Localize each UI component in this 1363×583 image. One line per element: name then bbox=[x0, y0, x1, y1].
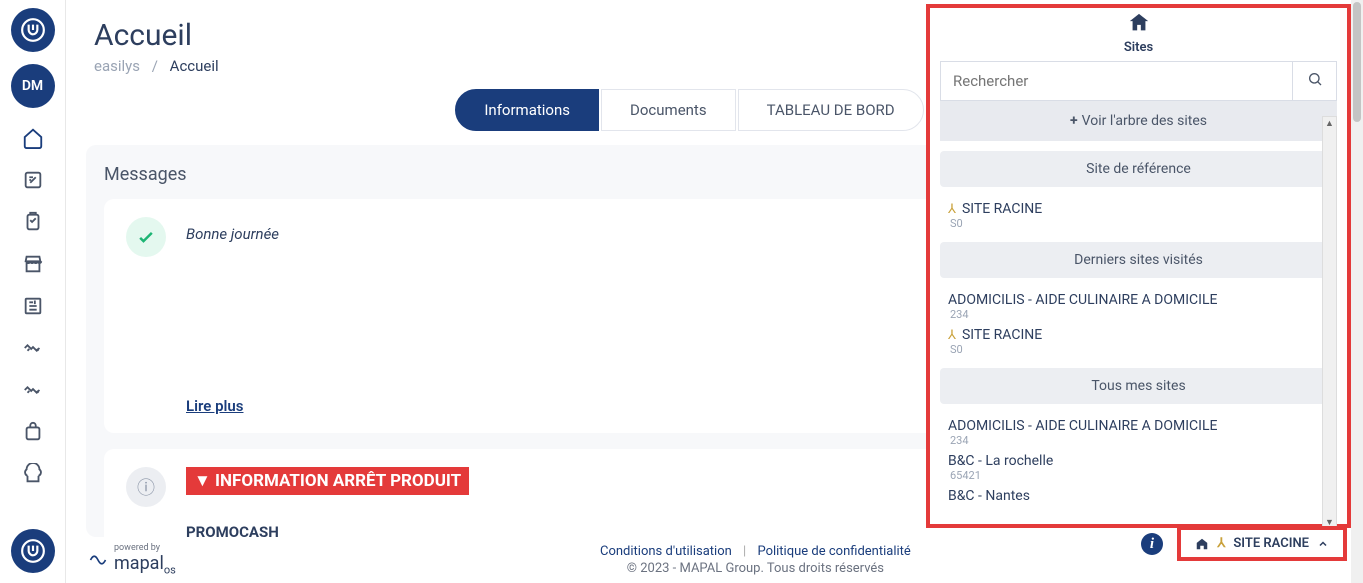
site-item-bc-larochelle[interactable]: B&C - La rochelle 65421 bbox=[948, 449, 1337, 484]
panel-title: Sites bbox=[930, 40, 1347, 55]
site-item-racine-recent[interactable]: ⅄SITE RACINE S0 bbox=[948, 323, 1337, 358]
alert-banner: ▼ INFORMATION ARRÊT PRODUIT bbox=[186, 467, 469, 495]
footer: powered by mapalos Conditions d'utilisat… bbox=[66, 537, 1363, 583]
clipboard-icon[interactable] bbox=[15, 204, 51, 240]
edit-icon[interactable] bbox=[15, 162, 51, 198]
site-item-racine[interactable]: ⅄SITE RACINE S0 bbox=[948, 197, 1337, 232]
view-site-tree-button[interactable]: +Voir l'arbre des sites bbox=[940, 101, 1337, 141]
message-text: Bonne journée bbox=[186, 225, 279, 243]
info-icon: ⓘ bbox=[126, 467, 166, 507]
copyright: © 2023 - MAPAL Group. Tous droits réserv… bbox=[592, 561, 919, 576]
powered-by: powered by mapalos bbox=[88, 543, 176, 577]
handshake-icon[interactable] bbox=[15, 330, 51, 366]
read-more-link[interactable]: Lire plus bbox=[186, 397, 243, 415]
site-item-adomicilis-all[interactable]: ADOMICILIS - AIDE CULINAIRE A DOMICILE 2… bbox=[948, 414, 1337, 449]
handshake-icon-2[interactable] bbox=[15, 372, 51, 408]
section-reference: Site de référence bbox=[940, 151, 1337, 187]
home-icon[interactable] bbox=[15, 120, 51, 156]
tree-node-icon: ⅄ bbox=[948, 202, 956, 217]
user-avatar[interactable]: DM bbox=[11, 64, 55, 108]
site-panel: Sites +Voir l'arbre des sites Site de ré… bbox=[926, 4, 1351, 528]
messages-title: Messages bbox=[104, 164, 187, 185]
section-all: Tous mes sites bbox=[940, 368, 1337, 404]
bag-icon[interactable] bbox=[15, 414, 51, 450]
search-button[interactable] bbox=[1292, 62, 1336, 100]
search-icon bbox=[1307, 71, 1323, 87]
info-button[interactable]: i bbox=[1141, 533, 1163, 555]
panel-scrollbar[interactable]: ▲ ▼ bbox=[1322, 116, 1337, 532]
chevron-up-icon bbox=[1317, 538, 1329, 550]
terms-link[interactable]: Conditions d'utilisation bbox=[600, 544, 732, 559]
store-icon[interactable] bbox=[15, 246, 51, 282]
check-icon bbox=[126, 217, 166, 257]
privacy-link[interactable]: Politique de confidentialité bbox=[757, 544, 910, 559]
home-small-icon bbox=[1195, 537, 1209, 551]
chef-hat-icon[interactable] bbox=[15, 456, 51, 492]
section-recent: Derniers sites visités bbox=[940, 242, 1337, 278]
tab-documents[interactable]: Documents bbox=[601, 89, 736, 131]
current-site-button[interactable]: ⅄ SITE RACINE bbox=[1177, 526, 1347, 561]
site-search-input[interactable] bbox=[941, 62, 1292, 100]
tab-tableau[interactable]: TABLEAU DE BORD bbox=[738, 89, 924, 131]
site-item-adomicilis[interactable]: ADOMICILIS - AIDE CULINAIRE A DOMICILE 2… bbox=[948, 288, 1337, 323]
breadcrumb-current: Accueil bbox=[170, 57, 219, 75]
promo-label: PROMOCASH bbox=[186, 523, 469, 537]
breadcrumb-root[interactable]: easilys bbox=[94, 57, 140, 75]
tab-informations[interactable]: Informations bbox=[455, 89, 599, 131]
left-sidebar: DM bbox=[0, 0, 66, 583]
tree-node-icon: ⅄ bbox=[948, 328, 956, 343]
home-panel-icon bbox=[1126, 12, 1152, 34]
invoice-icon[interactable] bbox=[15, 288, 51, 324]
app-logo-bottom[interactable] bbox=[11, 529, 55, 573]
site-item-bc-nantes[interactable]: B&C - Nantes bbox=[948, 484, 1337, 506]
app-logo[interactable] bbox=[11, 8, 55, 52]
tree-node-icon: ⅄ bbox=[1217, 536, 1225, 551]
page-scrollbar[interactable] bbox=[1351, 0, 1363, 583]
